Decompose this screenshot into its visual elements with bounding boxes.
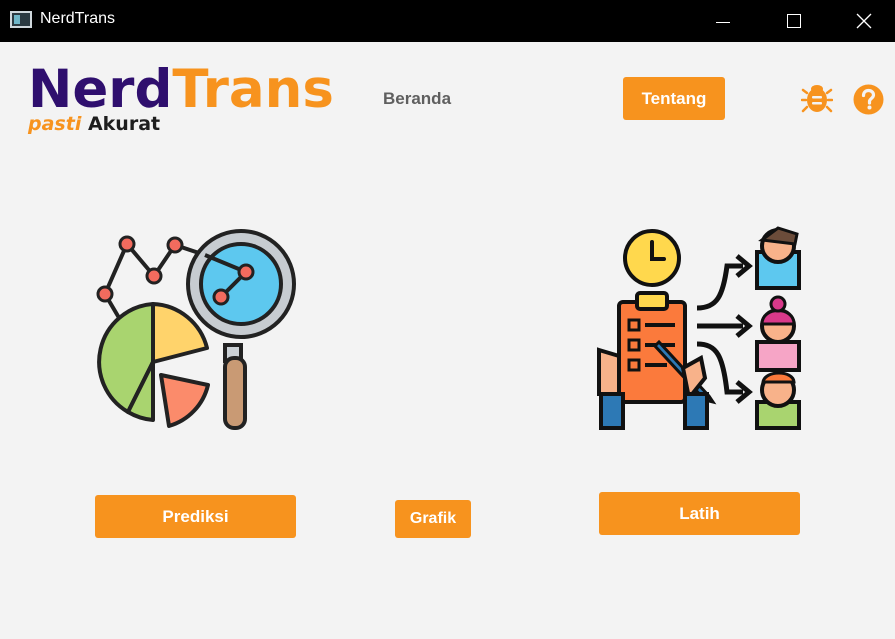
chart-button[interactable]: Grafik xyxy=(395,500,471,538)
task-assignment-icon xyxy=(597,226,801,430)
train-button[interactable]: Latih xyxy=(599,492,800,535)
app-logo: NerdTrans pasti Akurat xyxy=(28,60,348,140)
app-window-icon xyxy=(10,11,32,28)
nav-home-link[interactable]: Beranda xyxy=(383,89,451,109)
minimize-button[interactable] xyxy=(700,0,746,42)
data-analysis-icon xyxy=(96,229,296,430)
logo-tagline: pasti Akurat xyxy=(28,113,160,135)
bug-icon xyxy=(800,85,834,113)
help-button[interactable] xyxy=(853,84,884,115)
minimize-icon xyxy=(716,21,730,23)
data-analysis-illustration xyxy=(95,228,297,430)
bug-report-button[interactable] xyxy=(800,83,834,115)
logo-wordmark: NerdTrans xyxy=(28,60,334,120)
logo-word-secondary: Trans xyxy=(172,59,334,120)
window-title: NerdTrans xyxy=(40,10,115,27)
title-bar: NerdTrans xyxy=(0,0,895,42)
help-icon xyxy=(853,84,884,115)
logo-word-primary: Nerd xyxy=(28,59,173,120)
task-assignment-illustration xyxy=(597,226,802,431)
about-button[interactable]: Tentang xyxy=(623,77,725,120)
maximize-icon xyxy=(787,14,801,28)
tagline-primary: pasti xyxy=(28,113,82,135)
close-button[interactable] xyxy=(841,0,887,42)
close-icon xyxy=(856,13,872,29)
predict-button[interactable]: Prediksi xyxy=(95,495,296,538)
tagline-secondary: Akurat xyxy=(87,113,161,135)
maximize-button[interactable] xyxy=(771,0,817,42)
